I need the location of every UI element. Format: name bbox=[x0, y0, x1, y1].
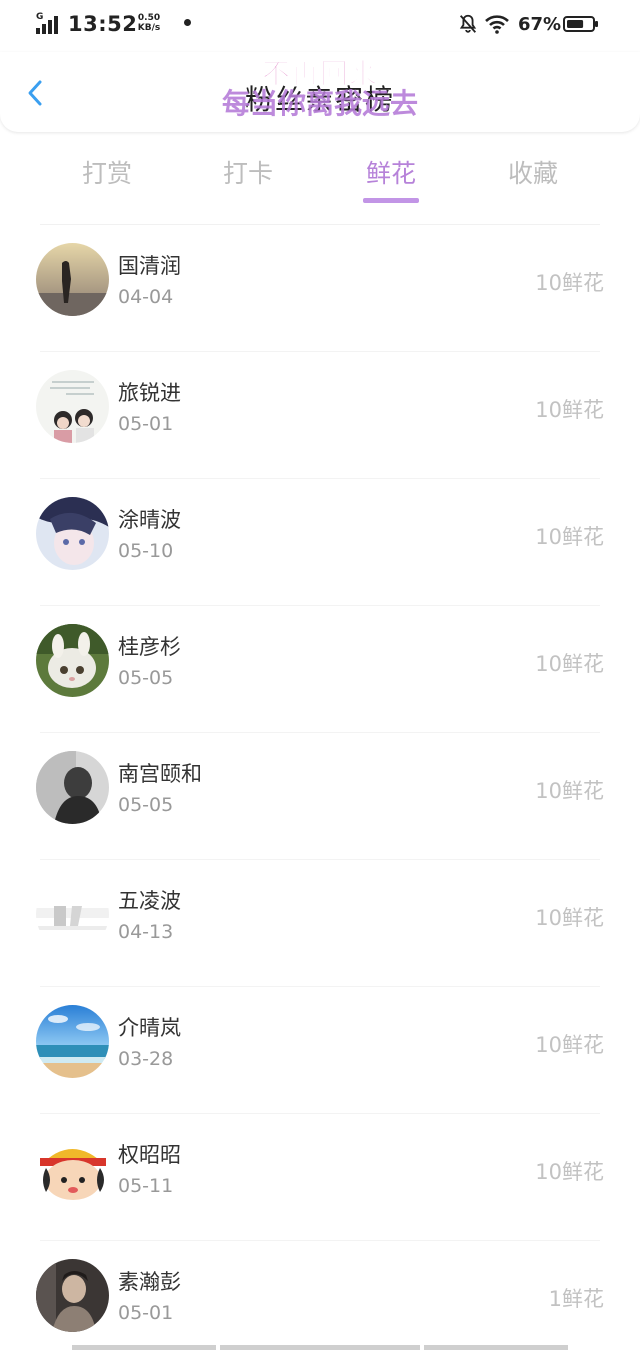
user-name: 旅锐进 bbox=[118, 381, 181, 405]
network-speed: 0.50 KB/s bbox=[134, 13, 164, 33]
avatar bbox=[36, 1132, 109, 1205]
list-item[interactable]: 桂彦杉 05-05 10鲜花 bbox=[0, 606, 640, 733]
date: 04-04 bbox=[118, 286, 174, 308]
speed-value: 0.50 bbox=[137, 13, 161, 23]
avatar bbox=[36, 751, 109, 824]
date: 05-05 bbox=[118, 667, 174, 689]
speed-unit: KB/s bbox=[137, 23, 161, 33]
status-bar: G 13:52 0.50 KB/s 67% bbox=[0, 0, 640, 52]
user-name: 桂彦杉 bbox=[118, 635, 181, 659]
watermark-bottom: 每当你离我远去 bbox=[221, 87, 418, 120]
user-name: 国清润 bbox=[118, 254, 181, 278]
avatar bbox=[36, 1005, 109, 1078]
avatar bbox=[36, 1259, 109, 1332]
tab-checkin[interactable]: 打卡 bbox=[188, 154, 308, 190]
clock: 13:52 bbox=[68, 12, 138, 36]
avatar bbox=[36, 497, 109, 570]
list-item[interactable]: 五凌波 04-13 10鲜花 bbox=[0, 860, 640, 987]
list-item[interactable]: 介晴岚 03-28 10鲜花 bbox=[0, 987, 640, 1114]
tab-reward[interactable]: 打赏 bbox=[47, 154, 167, 190]
battery-icon bbox=[563, 16, 598, 32]
notification-dot bbox=[184, 19, 191, 26]
flower-count: 10鲜花 bbox=[535, 906, 604, 930]
date: 05-01 bbox=[118, 413, 174, 435]
list-item[interactable]: 涂晴波 05-10 10鲜花 bbox=[0, 479, 640, 606]
user-name: 五凌波 bbox=[118, 889, 181, 913]
user-name: 介晴岚 bbox=[118, 1016, 181, 1040]
flower-count: 10鲜花 bbox=[535, 1033, 604, 1057]
user-name: 涂晴波 bbox=[118, 508, 181, 532]
mute-bell-icon bbox=[459, 14, 477, 33]
avatar bbox=[36, 243, 109, 316]
back-arrow-icon bbox=[28, 80, 42, 106]
network-type: G bbox=[36, 12, 44, 22]
user-name: 权昭昭 bbox=[118, 1143, 181, 1167]
signal-icon: G bbox=[36, 12, 64, 34]
list-item[interactable]: 国清润 04-04 10鲜花 bbox=[0, 225, 640, 352]
user-name: 素瀚彭 bbox=[118, 1270, 181, 1294]
list-item[interactable]: 权昭昭 05-11 10鲜花 bbox=[0, 1114, 640, 1241]
flower-count: 10鲜花 bbox=[535, 525, 604, 549]
tab-favorites[interactable]: 收藏 bbox=[473, 154, 593, 190]
avatar bbox=[36, 624, 109, 697]
flower-count: 10鲜花 bbox=[535, 398, 604, 422]
flower-count: 10鲜花 bbox=[535, 1160, 604, 1184]
date: 04-13 bbox=[118, 921, 174, 943]
tab-flowers[interactable]: 鲜花 bbox=[331, 154, 451, 190]
flower-count: 10鲜花 bbox=[535, 271, 604, 295]
active-tab-indicator bbox=[363, 198, 419, 203]
wifi-icon bbox=[485, 15, 509, 34]
list-item[interactable]: 旅锐进 05-01 10鲜花 bbox=[0, 352, 640, 479]
tab-bar: 打赏 打卡 鲜花 收藏 bbox=[0, 132, 640, 222]
back-button[interactable] bbox=[18, 76, 52, 110]
battery-percent: 67% bbox=[518, 14, 562, 35]
flower-count: 10鲜花 bbox=[535, 652, 604, 676]
date: 05-11 bbox=[118, 1175, 174, 1197]
header: 粉丝亲密榜 不再回来 每当你离我远去 bbox=[0, 52, 640, 132]
avatar bbox=[36, 370, 109, 443]
date: 05-10 bbox=[118, 540, 174, 562]
flower-count: 1鲜花 bbox=[548, 1287, 604, 1311]
avatar bbox=[36, 878, 109, 951]
flower-count: 10鲜花 bbox=[535, 779, 604, 803]
date: 05-05 bbox=[118, 794, 174, 816]
date: 05-01 bbox=[118, 1302, 174, 1324]
bottom-indicator bbox=[0, 1345, 640, 1351]
date: 03-28 bbox=[118, 1048, 174, 1070]
list-item[interactable]: 南宫颐和 05-05 10鲜花 bbox=[0, 733, 640, 860]
user-name: 南宫颐和 bbox=[118, 762, 202, 786]
